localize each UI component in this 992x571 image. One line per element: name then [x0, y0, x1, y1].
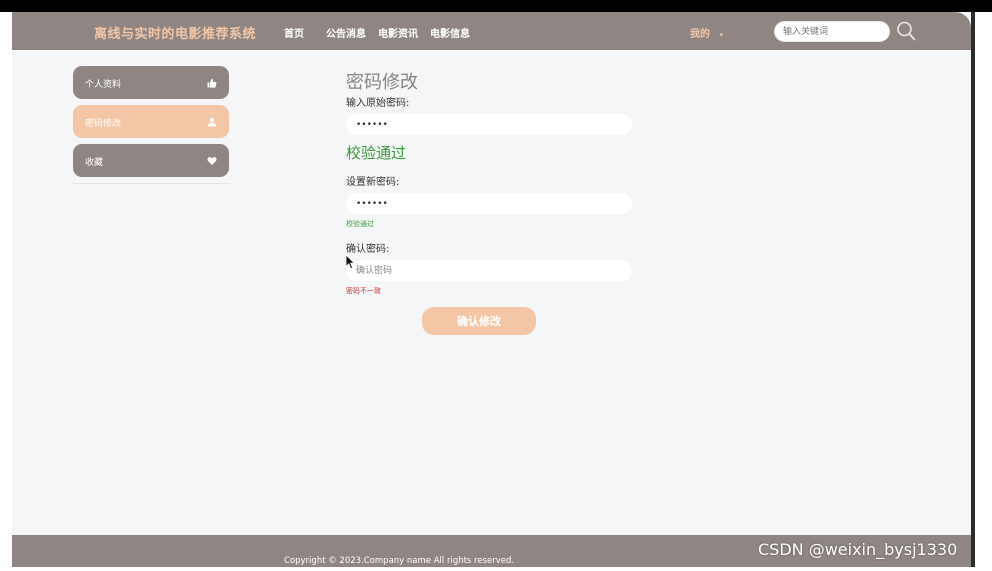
new-password-label: 设置新密码:	[346, 177, 400, 188]
sidebar-item-label: 密码修改	[85, 119, 122, 129]
new-password-status: 校验通过	[346, 220, 374, 228]
window-edge	[971, 12, 975, 567]
sidebar-item-favorites[interactable]: 收藏	[73, 144, 229, 177]
top-nav-bar: 离线与实时的电影推荐系统 首页 公告消息 电影资讯 电影信息 我的 ▾	[12, 12, 971, 50]
watermark: CSDN @weixin_bysj1330	[758, 540, 958, 559]
old-password-label: 输入原始密码:	[346, 98, 410, 109]
sidebar-item-label: 个人资料	[85, 80, 122, 90]
user-menu-label: 我的	[690, 29, 710, 40]
nav-movie-news[interactable]: 电影资讯	[378, 25, 418, 40]
nav-movie-info[interactable]: 电影信息	[430, 25, 470, 40]
confirm-password-field[interactable]	[346, 260, 632, 281]
nav-home[interactable]: 首页	[284, 25, 304, 40]
page-title: 密码修改	[346, 72, 418, 93]
nav-announcements[interactable]: 公告消息	[326, 25, 366, 40]
user-menu[interactable]: 我的 ▾	[690, 25, 723, 40]
user-icon	[208, 117, 216, 127]
sidebar-item-label: 收藏	[85, 158, 104, 168]
sidebar-item-profile[interactable]: 个人资料	[73, 66, 229, 99]
heart-icon	[207, 157, 217, 165]
app-window: 离线与实时的电影推荐系统 首页 公告消息 电影资讯 电影信息 我的 ▾ 个人资料	[12, 12, 971, 567]
confirm-password-error: 密码不一致	[346, 287, 381, 295]
search-input[interactable]	[774, 21, 890, 42]
top-black-bar	[0, 0, 992, 12]
copyright-text: Copyright © 2023.Company name All rights…	[284, 556, 515, 566]
sidebar: 个人资料 密码修改 收藏	[72, 66, 230, 184]
screen: 离线与实时的电影推荐系统 首页 公告消息 电影资讯 电影信息 我的 ▾ 个人资料	[0, 0, 992, 571]
confirm-password-label: 确认密码:	[346, 244, 390, 255]
old-password-status: 校验通过	[346, 144, 407, 162]
confirm-change-button[interactable]: 确认修改	[422, 307, 536, 335]
chevron-down-icon: ▾	[719, 31, 723, 39]
search-icon[interactable]	[896, 20, 916, 42]
site-brand[interactable]: 离线与实时的电影推荐系统	[94, 23, 256, 42]
thumbs-up-icon	[207, 78, 217, 88]
old-password-field[interactable]	[346, 114, 632, 135]
new-password-field[interactable]	[346, 193, 632, 214]
sidebar-item-password[interactable]: 密码修改	[73, 105, 229, 138]
mouse-cursor-icon	[345, 254, 356, 270]
